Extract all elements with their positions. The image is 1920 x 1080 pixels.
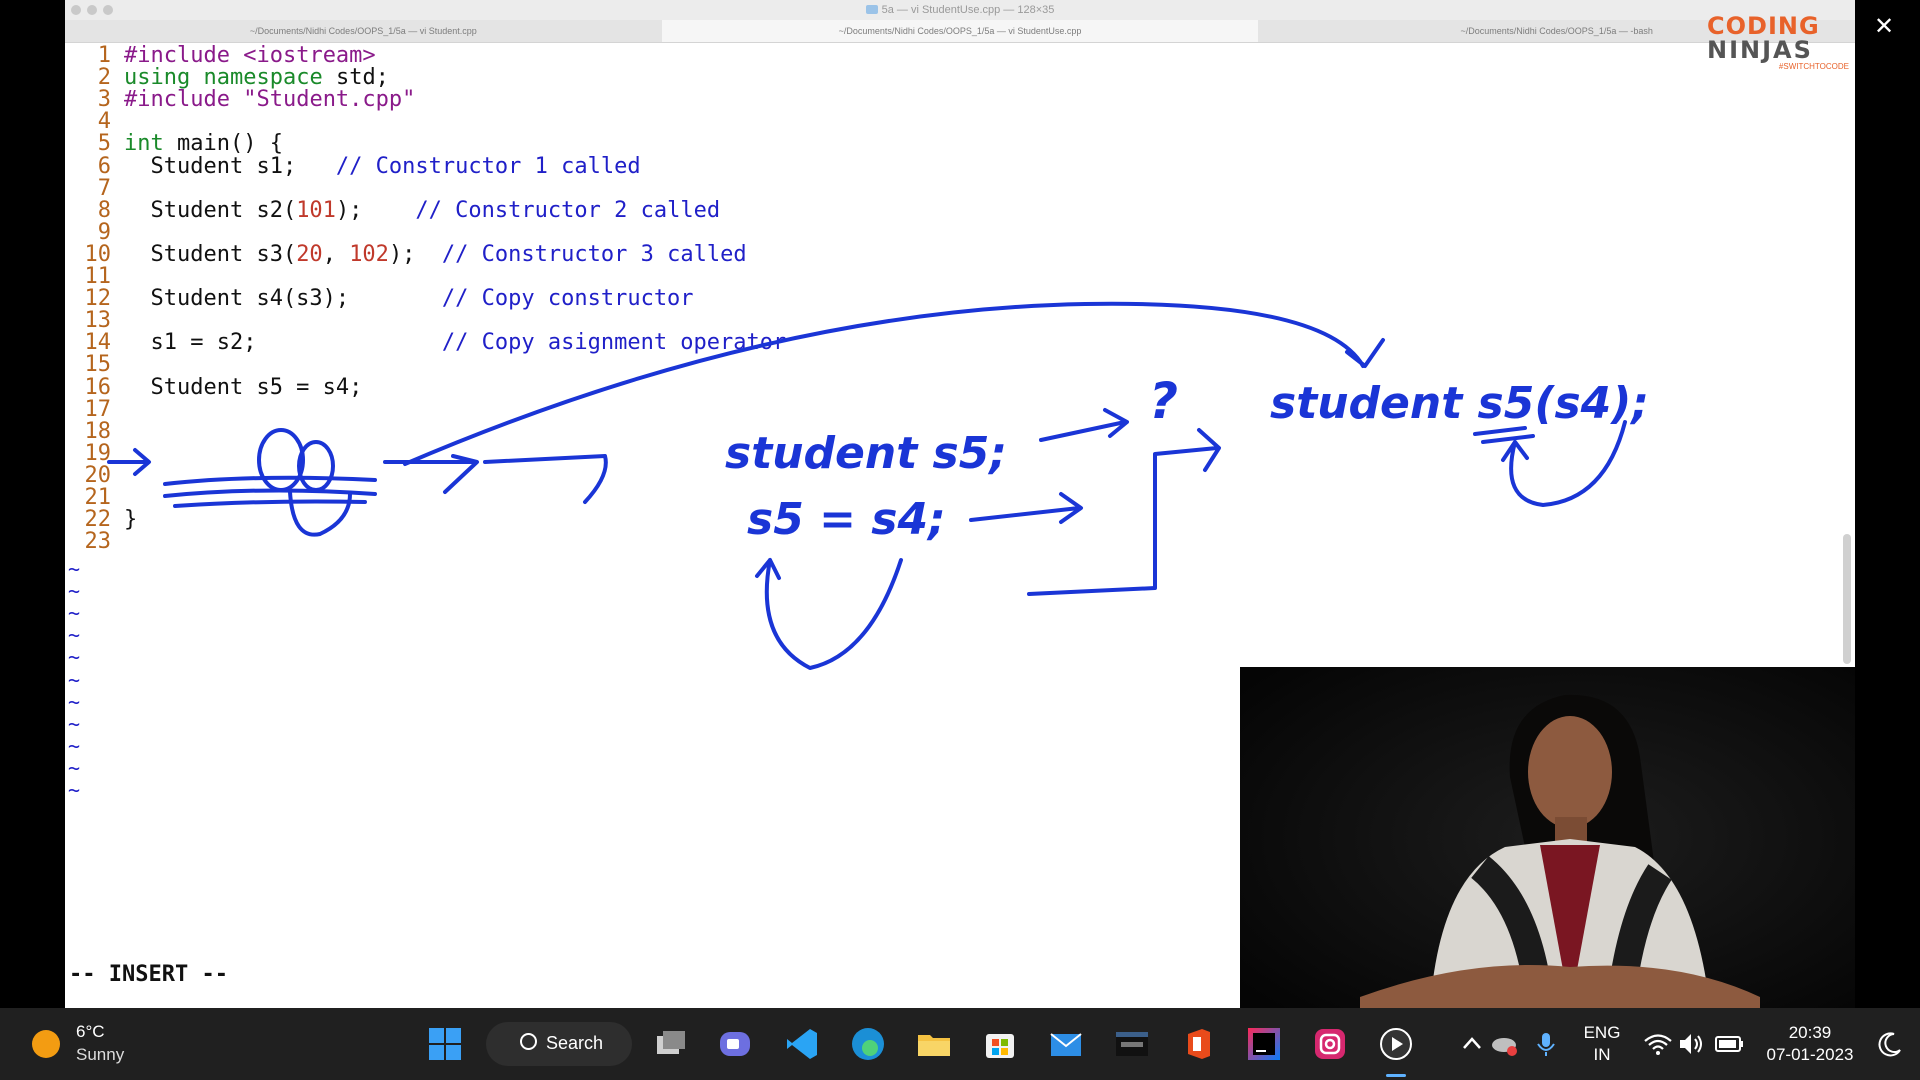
code-line[interactable]: 12 Student s4(s3); // Copy constructor — [65, 285, 694, 312]
code-line[interactable]: 8 Student s2(101); // Constructor 2 call… — [65, 197, 720, 224]
vscode-icon[interactable] — [784, 1026, 820, 1062]
microphone-icon[interactable] — [1528, 1026, 1564, 1062]
close-dot-icon[interactable] — [71, 5, 81, 15]
media-player-icon[interactable] — [1378, 1026, 1414, 1062]
zoom-dot-icon[interactable] — [103, 5, 113, 15]
code-text: Student s1; // Constructor 1 called — [124, 153, 641, 179]
region-code: IN — [1593, 1045, 1611, 1064]
scrollbar[interactable] — [1843, 534, 1851, 664]
language-code: ENG — [1583, 1023, 1621, 1042]
intellij-icon[interactable] — [1246, 1026, 1282, 1062]
chevron-up-icon[interactable] — [1454, 1026, 1490, 1062]
code-line[interactable]: 14 s1 = s2; // Copy asignment operator — [65, 329, 787, 356]
tab-studentuse-cpp[interactable]: ~/Documents/Nidhi Codes/OOPS_1/5a — vi S… — [661, 20, 1259, 42]
clock-date: 07-01-2023 — [1766, 1045, 1854, 1064]
code-line[interactable]: 10 Student s3(20, 102); // Constructor 3… — [65, 241, 747, 268]
logo-text-top: CODING — [1707, 12, 1820, 40]
edge-browser-icon[interactable] — [850, 1026, 886, 1062]
sun-icon — [32, 1030, 60, 1058]
microsoft-store-icon[interactable] — [982, 1026, 1018, 1062]
empty-line-tilde: ~ — [68, 667, 81, 692]
code-text: s1 = s2; // Copy asignment operator — [124, 330, 787, 356]
terminal-tabs: ~/Documents/Nidhi Codes/OOPS_1/5a — vi S… — [65, 20, 1855, 43]
logo-text-bottom: NINJAS — [1707, 36, 1813, 64]
empty-line-tilde: ~ — [68, 645, 81, 670]
weather-temp: 6°C — [76, 1022, 105, 1041]
window-title: 5a — vi StudentUse.cpp — 128×35 — [881, 4, 1055, 16]
code-line[interactable]: 6 Student s1; // Constructor 1 called — [65, 153, 641, 180]
code-text: Student s3(20, 102); // Constructor 3 ca… — [124, 241, 747, 267]
active-app-indicator — [1386, 1074, 1406, 1077]
empty-line-tilde: ~ — [68, 778, 81, 802]
onedrive-icon[interactable] — [1486, 1026, 1522, 1062]
code-text: Student s4(s3); // Copy constructor — [124, 286, 694, 312]
line-number: 23 — [84, 529, 112, 555]
office-icon[interactable] — [1180, 1026, 1216, 1062]
empty-line-tilde: ~ — [68, 579, 81, 604]
input-language[interactable]: ENG IN — [1578, 1022, 1626, 1066]
search-icon — [520, 1033, 537, 1050]
search-label: Search — [546, 1033, 604, 1053]
empty-line-tilde: ~ — [68, 733, 81, 758]
focus-moon-icon[interactable] — [1872, 1026, 1908, 1062]
tab-student-cpp[interactable]: ~/Documents/Nidhi Codes/OOPS_1/5a — vi S… — [65, 20, 662, 42]
clock-time: 20:39 — [1788, 1023, 1832, 1042]
search-box[interactable]: Search — [486, 1022, 632, 1066]
mail-icon[interactable] — [1048, 1026, 1084, 1062]
teams-chat-icon[interactable] — [717, 1026, 753, 1062]
mysql-workbench-icon[interactable] — [1114, 1026, 1150, 1062]
empty-line-tilde: ~ — [68, 623, 81, 648]
clock[interactable]: 20:39 07-01-2023 — [1755, 1022, 1865, 1066]
close-icon[interactable]: ✕ — [1874, 12, 1894, 41]
windows-start-icon[interactable] — [427, 1026, 463, 1062]
weather-desc: Sunny — [76, 1045, 125, 1064]
instagram-icon[interactable] — [1312, 1026, 1348, 1062]
empty-line-tilde: ~ — [68, 601, 81, 626]
code-text: Student s2(101); // Constructor 2 called — [124, 197, 721, 223]
task-view-icon[interactable] — [653, 1026, 689, 1062]
code-text: Student s5 = s4; — [124, 374, 363, 400]
minimize-dot-icon[interactable] — [87, 5, 97, 15]
code-text: #include "Student.cpp" — [124, 87, 416, 113]
file-explorer-icon[interactable] — [916, 1026, 952, 1062]
code-line[interactable]: 23 — [65, 528, 124, 555]
empty-line-tilde: ~ — [68, 711, 81, 736]
vim-mode-indicator: -- INSERT -- — [69, 962, 228, 987]
code-text: } — [124, 507, 138, 533]
window-titlebar: 5a — vi StudentUse.cpp — 128×35 — [65, 0, 1855, 20]
empty-line-tilde: ~ — [68, 689, 81, 714]
wifi-icon[interactable] — [1640, 1026, 1676, 1062]
empty-line-tilde: ~ — [68, 557, 81, 581]
weather-widget[interactable]: 6°C Sunny — [32, 1020, 152, 1068]
coding-ninjas-logo: CODING NINJAS #SWITCHTOCODE — [1707, 14, 1855, 78]
folder-icon — [865, 5, 878, 14]
empty-line-tilde: ~ — [68, 755, 81, 780]
windows-taskbar: 6°C Sunny Search ENG IN 20:39 07-01-2023 — [0, 1008, 1920, 1080]
volume-icon[interactable] — [1674, 1026, 1710, 1062]
presenter-webcam — [1240, 667, 1855, 1008]
battery-icon[interactable] — [1712, 1026, 1748, 1062]
